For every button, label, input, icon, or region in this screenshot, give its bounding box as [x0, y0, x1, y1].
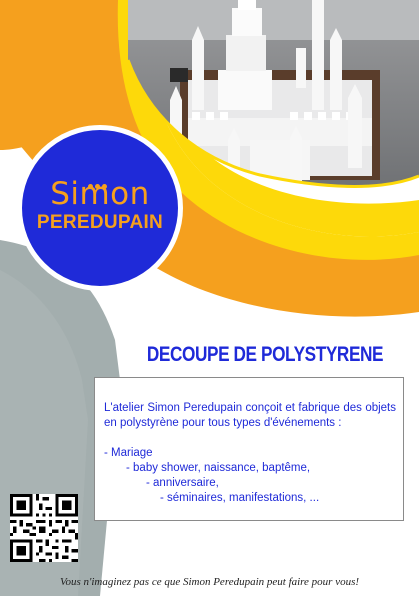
- intro-text: L'atelier Simon Peredupain conçoit et fa…: [104, 402, 396, 429]
- flyer-page: Simon PEREDUPAIN DECOUPE DE POLYSTYRENE …: [0, 0, 419, 596]
- logo-name-simon: Simon: [50, 176, 150, 212]
- list-item: - anniversaire,: [146, 477, 219, 489]
- list-item: - baby shower, naissance, baptême,: [126, 462, 311, 474]
- qr-code-icon: [10, 494, 78, 562]
- logo-name-peredupain: PEREDUPAIN: [36, 212, 164, 233]
- footer-tagline: Vous n'imaginez pas ce que Simon Peredup…: [59, 576, 360, 588]
- headline-title: DECOUPE DE POLYSTYRENE: [146, 343, 384, 366]
- list-item: - séminaires, manifestations, ...: [160, 492, 320, 504]
- list-item: - Mariage: [104, 447, 153, 459]
